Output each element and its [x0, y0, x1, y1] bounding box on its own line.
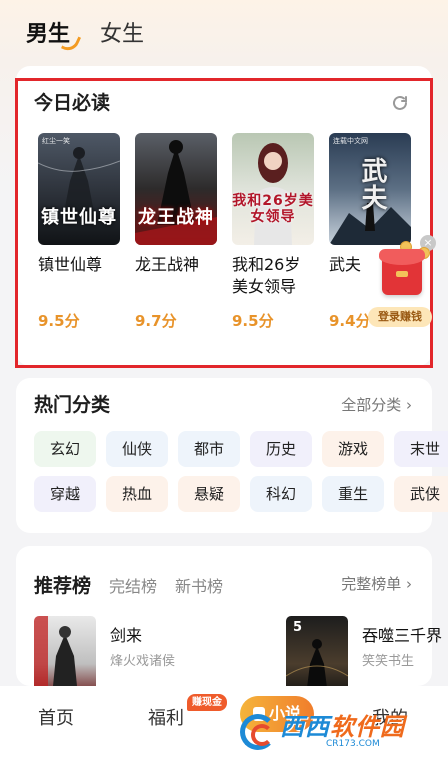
daily-title: 今日必读	[34, 92, 111, 114]
rank-book-author: 烽火戏诸侯	[110, 654, 176, 669]
cover-title: 我和26岁美女领导	[232, 193, 314, 225]
category-chip[interactable]: 热血	[106, 476, 168, 512]
tab-female-label: 女生	[100, 22, 145, 47]
book-title: 我和26岁美女领导	[232, 255, 301, 296]
category-chip[interactable]: 武侠	[394, 476, 448, 512]
categories-title: 热门分类	[34, 394, 111, 416]
category-row: 玄幻 仙侠 都市 历史 游戏 末世	[34, 431, 448, 467]
watermark-main-a: 西西	[280, 713, 330, 741]
category-chip[interactable]: 穿越	[34, 476, 96, 512]
category-chip[interactable]: 末世	[394, 431, 448, 467]
category-chip[interactable]: 悬疑	[178, 476, 240, 512]
nav-welfare[interactable]: 福利	[148, 704, 184, 730]
rank-cover	[34, 616, 96, 696]
rank-book-author: 笑笑书生	[362, 654, 415, 669]
book-title: 镇世仙尊	[38, 255, 103, 274]
book-cover: 连载中文网 武夫	[329, 133, 411, 245]
all-categories-link[interactable]: 全部分类 ›	[341, 394, 412, 415]
categories-card: 热门分类 全部分类 › 玄幻 仙侠 都市 历史 游戏 末世 穿越 热血 悬疑 科…	[16, 378, 448, 533]
category-chip[interactable]: 历史	[250, 431, 312, 467]
cover-title: 镇世仙尊	[41, 207, 117, 228]
watermark-logo-icon	[240, 714, 276, 750]
book-cover: 龙王战神	[135, 133, 217, 245]
tab-finished[interactable]: 完结榜	[109, 573, 157, 597]
book-score: 9.7分	[135, 312, 177, 330]
cover-figure-icon	[34, 616, 78, 696]
tab-recommend[interactable]: 推荐榜	[34, 571, 91, 598]
book-cover: 我和26岁美女领导	[232, 133, 314, 245]
book-card[interactable]: 我和26岁美女领导 我和26岁美女领导 9.5分	[232, 133, 314, 331]
nav-home[interactable]: 首页	[38, 704, 74, 730]
category-chip[interactable]: 游戏	[322, 431, 384, 467]
tab-male[interactable]: 男生	[26, 16, 82, 55]
book-title: 龙王战神	[135, 255, 200, 274]
tab-new[interactable]: 新书榜	[175, 573, 223, 597]
cover-title: 龙王战神	[138, 207, 214, 228]
rankings-card: 推荐榜 完结榜 新书榜 完整榜单 › 剑来 烽火戏诸侯 5 吞噬三千界 笑笑书生	[16, 546, 442, 696]
full-ranking-link[interactable]: 完整榜单 ›	[341, 573, 412, 594]
ranking-tabs: 推荐榜 完结榜 新书榜	[34, 571, 241, 598]
refresh-icon[interactable]	[390, 93, 410, 113]
login-earn-label[interactable]: 登录赚钱	[368, 307, 432, 327]
rank-cover: 5	[286, 616, 348, 696]
book-card[interactable]: 龙王战神 龙王战神 9.7分	[135, 133, 217, 331]
category-chip[interactable]: 科幻	[250, 476, 312, 512]
category-chip[interactable]: 重生	[322, 476, 384, 512]
cover-figure-icon	[254, 143, 292, 245]
tab-female[interactable]: 女生	[100, 16, 144, 48]
rank-book-title: 剑来	[110, 626, 143, 645]
watermark-main-b: 软件园	[330, 713, 405, 741]
cover-title: 武夫	[357, 157, 387, 211]
cash-badge: 赚现金	[187, 694, 227, 711]
watermark-sub: CR173.COM	[326, 739, 380, 749]
category-row: 穿越 热血 悬疑 科幻 重生 武侠	[34, 476, 448, 512]
rank-book-title: 吞噬三千界	[362, 626, 443, 645]
book-score: 9.5分	[38, 312, 80, 330]
login-promo[interactable]: × 登录赚钱	[368, 235, 436, 330]
book-score: 9.5分	[232, 312, 274, 330]
category-chip[interactable]: 仙侠	[106, 431, 168, 467]
gender-tabs: 男生 女生	[26, 8, 174, 55]
book-card[interactable]: 红尘一笑 镇世仙尊 镇世仙尊 9.5分	[38, 133, 120, 331]
rank-number: 5	[293, 620, 303, 635]
site-watermark: 西西软件园 CR173.COM	[240, 712, 405, 752]
category-chip[interactable]: 玄幻	[34, 431, 96, 467]
red-packet-icon	[379, 249, 425, 295]
book-cover: 红尘一笑 镇世仙尊	[38, 133, 120, 245]
watermark-text: 西西软件园 CR173.COM	[280, 715, 405, 749]
category-chip[interactable]: 都市	[178, 431, 240, 467]
